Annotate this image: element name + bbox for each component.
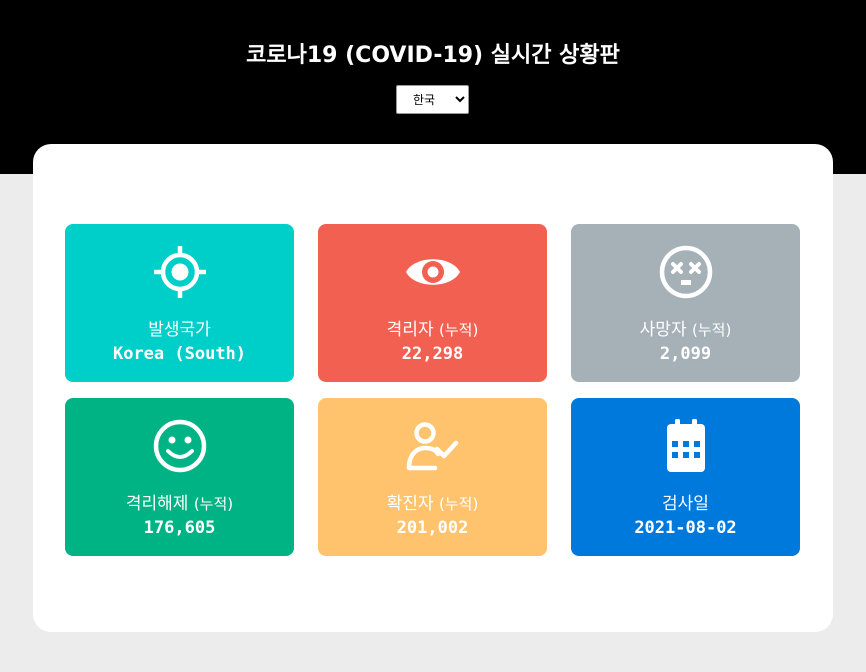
card-label: 검사일: [571, 494, 800, 514]
card-value: 2,099: [659, 344, 712, 364]
card-value: Korea (South): [112, 344, 247, 364]
card-value: 201,002: [396, 518, 469, 538]
card-label-text: 사망자: [639, 320, 687, 340]
card-label: 격리해제 (누적): [65, 494, 294, 514]
card-released: 격리해제 (누적) 176,605: [65, 398, 294, 556]
card-label-suffix: (누적): [193, 495, 234, 513]
card-value: 2021-08-02: [634, 518, 737, 538]
card-label: 확진자 (누적): [318, 494, 547, 514]
card-label-text: 발생국가: [148, 320, 211, 340]
card-label: 격리자 (누적): [318, 320, 547, 340]
card-country: 발생국가 Korea (South): [65, 224, 294, 382]
eye-icon: [318, 244, 547, 302]
page-title: 코로나19 (COVID-19) 실시간 상황판: [246, 43, 620, 68]
country-select[interactable]: 한국: [396, 85, 469, 114]
card-label-text: 격리해제: [125, 494, 189, 514]
card-label-text: 확진자: [386, 494, 434, 514]
calendar-icon: [571, 418, 800, 476]
crosshair-icon: [65, 244, 294, 302]
smile-face-icon: [65, 418, 294, 476]
dizzy-face-icon: [571, 244, 800, 302]
card-confirmed: 확진자 (누적) 201,002: [318, 398, 547, 556]
card-deaths: 사망자 (누적) 2,099: [571, 224, 800, 382]
card-label: 사망자 (누적): [571, 320, 800, 340]
card-label-suffix: (누적): [439, 321, 479, 339]
card-label: 발생국가: [65, 320, 294, 340]
card-isolated: 격리자 (누적) 22,298: [318, 224, 547, 382]
user-check-icon: [318, 418, 547, 476]
card-value: 176,605: [143, 518, 216, 538]
card-label-suffix: (누적): [692, 321, 732, 339]
card-value: 22,298: [401, 344, 464, 364]
card-test-date: 검사일 2021-08-02: [571, 398, 800, 556]
card-label-suffix: (누적): [439, 495, 479, 513]
card-label-text: 격리자: [386, 320, 434, 340]
card-label-text: 검사일: [662, 494, 709, 514]
stats-panel: 발생국가 Korea (South) 격리자 (누적) 22,298 사망자 (…: [33, 144, 833, 632]
